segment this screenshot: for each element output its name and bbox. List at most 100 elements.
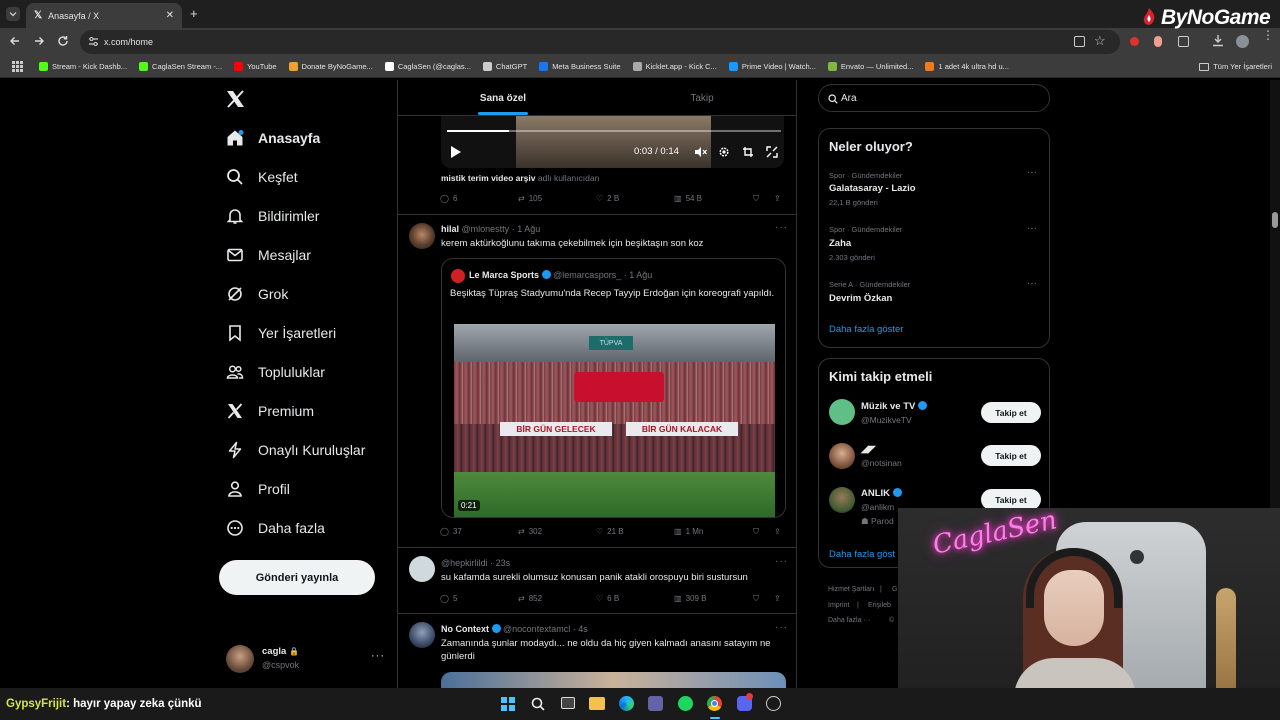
like-button[interactable]: ♡ 2 B xyxy=(596,194,619,203)
bookmark-tweet-button[interactable]: ⛉ xyxy=(753,527,759,537)
like-button[interactable]: ♡ 6 B xyxy=(596,594,619,603)
close-tab-icon[interactable]: ✕ xyxy=(166,10,174,21)
nav-explore[interactable]: Keşfet xyxy=(226,168,298,186)
extension-icon-lamp[interactable] xyxy=(1154,36,1162,47)
author-handle[interactable]: @mlonestty xyxy=(462,224,510,234)
tweet-more-icon[interactable]: ··· xyxy=(775,622,788,633)
bookmark-item[interactable]: Kicklet.app - Kick C... xyxy=(632,62,717,71)
account-switcher[interactable]: cagla 🔒 @cspvok ··· xyxy=(226,644,386,674)
avatar[interactable] xyxy=(829,399,855,425)
chrome-icon[interactable] xyxy=(707,696,722,711)
tweet-media[interactable] xyxy=(441,672,786,688)
site-info-icon[interactable] xyxy=(88,36,99,47)
trend-name[interactable]: Devrim Özkan xyxy=(829,293,892,304)
nav-grok[interactable]: Grok xyxy=(226,285,288,303)
trend-more-icon[interactable]: ··· xyxy=(1027,278,1037,289)
nav-messages[interactable]: Mesajlar xyxy=(226,246,311,264)
forward-button[interactable] xyxy=(33,35,45,47)
bookmark-item[interactable]: YouTube xyxy=(234,62,277,71)
scrollbar-thumb[interactable] xyxy=(1272,212,1278,228)
fullscreen-icon[interactable] xyxy=(766,146,778,158)
reply-button[interactable]: ◯ 5 xyxy=(440,594,457,603)
follow-button[interactable]: Takip et xyxy=(981,489,1041,510)
post-button[interactable]: Gönderi yayınla xyxy=(219,560,375,595)
author-handle[interactable]: @nocontextamcl xyxy=(503,624,570,634)
back-button[interactable] xyxy=(9,35,21,47)
bookmark-item[interactable]: 1 adet 4k ultra hd u... xyxy=(925,62,1009,71)
start-button[interactable] xyxy=(501,697,515,711)
views-button[interactable]: ▥ 309 B xyxy=(674,594,706,603)
share-button[interactable]: ⇪ xyxy=(774,194,781,203)
reply-button[interactable]: ◯ 6 xyxy=(440,194,457,203)
avatar[interactable] xyxy=(829,487,855,513)
trend-name[interactable]: Zaha xyxy=(829,238,851,249)
avatar[interactable] xyxy=(409,622,435,648)
all-bookmarks-folder[interactable]: Tüm Yer İşaretleri xyxy=(1199,62,1272,71)
bookmark-item[interactable]: Stream - Kick Dashb... xyxy=(39,62,127,71)
like-button[interactable]: ♡ 21 B xyxy=(596,527,624,536)
quoted-tweet[interactable]: Le Marca Sports @lemarcaspors_ · 1 Ağu B… xyxy=(441,258,786,518)
browser-tab[interactable]: 𝕏 Anasayfa / X ✕ xyxy=(26,3,182,28)
tweet-more-icon[interactable]: ··· xyxy=(775,556,788,567)
apps-grid-icon[interactable] xyxy=(12,61,23,72)
author-handle[interactable]: @hepkirlildi xyxy=(441,558,488,568)
bookmark-item[interactable]: Prime Video | Watch... xyxy=(728,62,816,71)
footer-link[interactable]: G xyxy=(892,586,897,593)
account-more-icon[interactable]: ··· xyxy=(371,650,385,662)
tweet-time[interactable]: · 23s xyxy=(490,558,510,568)
retweet-button[interactable]: ⇄ 302 xyxy=(518,527,542,536)
task-view-icon[interactable] xyxy=(561,697,575,709)
nav-more[interactable]: Daha fazla xyxy=(226,519,325,537)
teams-icon[interactable] xyxy=(648,696,663,711)
edge-icon[interactable] xyxy=(619,696,634,711)
tweet-time[interactable]: · 1 Ağu xyxy=(512,224,541,234)
nav-verified-orgs[interactable]: Onaylı Kuruluşlar xyxy=(226,441,365,459)
retweet-button[interactable]: ⇄ 105 xyxy=(518,194,542,203)
share-button[interactable]: ⇪ xyxy=(774,527,781,536)
extension-icon-red[interactable] xyxy=(1130,37,1139,46)
attribution-name[interactable]: mistik terim video arşiv xyxy=(441,173,536,183)
nav-notifications[interactable]: Bildirimler xyxy=(226,207,319,225)
steam-like-icon[interactable] xyxy=(766,696,781,711)
file-explorer-icon[interactable] xyxy=(589,697,605,710)
nav-premium[interactable]: Premium xyxy=(226,402,314,420)
picture-in-picture-icon[interactable] xyxy=(742,146,754,158)
tab-search-button[interactable] xyxy=(6,7,20,21)
nav-bookmarks[interactable]: Yer İşaretleri xyxy=(226,324,336,342)
address-bar[interactable]: x.com/home ☆ xyxy=(80,30,1120,54)
footer-more[interactable]: Daha fazla ··· xyxy=(828,617,870,624)
follow-button[interactable]: Takip et xyxy=(981,402,1041,423)
quoted-video[interactable]: TÜPVA BİR GÜN GELECEK BİR GÜN KALACAK 0:… xyxy=(454,324,775,517)
footer-accessibility[interactable]: Erişileb xyxy=(868,602,891,609)
avatar[interactable] xyxy=(829,443,855,469)
bookmark-item[interactable]: CaglaSen (@caglas... xyxy=(384,62,471,71)
video-player[interactable]: 0:03 / 0:14 xyxy=(441,116,784,168)
suggestion-name[interactable]: ◢◤ xyxy=(861,444,876,455)
play-icon[interactable] xyxy=(451,146,461,158)
footer-terms[interactable]: Hizmet Şartları xyxy=(828,586,874,593)
reply-button[interactable]: ◯ 37 xyxy=(440,527,462,536)
retweet-button[interactable]: ⇄ 852 xyxy=(518,594,542,603)
tweet-time[interactable]: · 4s xyxy=(573,624,588,634)
nav-communities[interactable]: Topluluklar xyxy=(226,363,325,381)
share-button[interactable]: ⇪ xyxy=(774,594,781,603)
follow-button[interactable]: Takip et xyxy=(981,445,1041,466)
suggestion-name[interactable]: ANLIK xyxy=(861,488,902,499)
trend-more-icon[interactable]: ··· xyxy=(1027,167,1037,178)
x-logo-icon[interactable] xyxy=(226,90,245,108)
settings-gear-icon[interactable] xyxy=(718,146,730,158)
author-name[interactable]: hilal xyxy=(441,224,459,234)
search-input[interactable]: Ara xyxy=(818,84,1050,112)
footer-imprint[interactable]: Imprint xyxy=(828,602,849,609)
profile-avatar-icon[interactable] xyxy=(1236,35,1249,48)
views-button[interactable]: ▥ 54 B xyxy=(674,194,702,203)
nav-profile[interactable]: Profil xyxy=(226,480,290,498)
trend-name[interactable]: Galatasaray - Lazio xyxy=(829,183,916,194)
tweet-more-icon[interactable]: ··· xyxy=(775,222,788,233)
suggestion-name[interactable]: Müzik ve TV xyxy=(861,401,928,412)
bookmark-item[interactable]: ChatGPT xyxy=(482,62,527,71)
avatar[interactable] xyxy=(409,556,435,582)
views-button[interactable]: ▥ 1 Mn xyxy=(674,527,703,536)
bookmark-star-icon[interactable]: ☆ xyxy=(1094,33,1106,49)
mute-icon[interactable] xyxy=(694,146,707,158)
